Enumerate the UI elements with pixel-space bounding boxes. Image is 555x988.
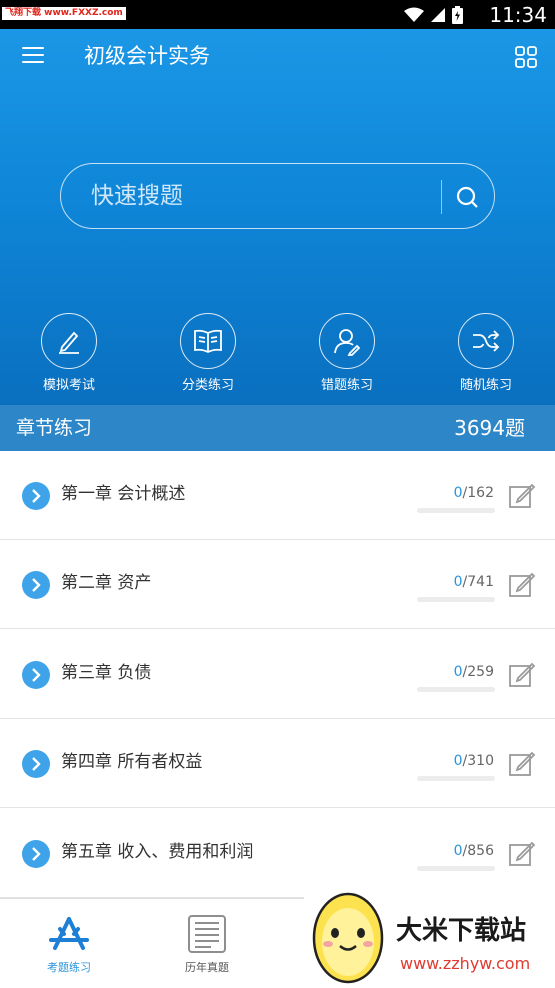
tab-exam-practice[interactable]: 考题练习 bbox=[0, 899, 138, 988]
chapter-progress-bar bbox=[417, 597, 495, 602]
search-placeholder: 快速搜题 bbox=[91, 183, 183, 209]
document-icon bbox=[188, 915, 226, 953]
search-icon[interactable] bbox=[449, 180, 485, 214]
status-bar: 飞翔下载 www.FXXZ.com 11:34 bbox=[0, 0, 555, 29]
chapter-title: 第四章 所有者权益 bbox=[61, 752, 203, 772]
watermark-brand: 大米下载站 www.zzhyw.com bbox=[304, 884, 555, 988]
chapter-item[interactable]: 第三章 负债 0/259 bbox=[0, 630, 555, 719]
quick-action-mock-exam[interactable]: 模拟考试 bbox=[19, 313, 119, 395]
book-icon bbox=[194, 329, 222, 354]
chevron-right-icon bbox=[22, 840, 50, 868]
chapter-progress-text: 0/741 bbox=[453, 574, 494, 590]
chapter-item[interactable]: 第一章 会计概述 0/162 bbox=[0, 451, 555, 540]
search-divider bbox=[441, 180, 442, 214]
battery-icon bbox=[452, 6, 463, 24]
page-title: 初级会计实务 bbox=[84, 44, 210, 68]
edit-icon[interactable] bbox=[508, 570, 536, 598]
question-count: 3694题 bbox=[454, 416, 525, 440]
quick-action-label: 错题练习 bbox=[320, 378, 373, 393]
chapter-progress-bar bbox=[417, 508, 495, 513]
chapter-title: 第三章 负债 bbox=[61, 663, 152, 683]
shuffle-icon bbox=[473, 330, 500, 352]
pencil-icon bbox=[59, 331, 79, 354]
tab-past-papers[interactable]: 历年真题 bbox=[138, 899, 276, 988]
edit-icon[interactable] bbox=[508, 839, 536, 867]
user-edit-icon bbox=[334, 329, 361, 356]
brand-url: www.zzhyw.com bbox=[400, 954, 531, 973]
chapter-progress-text: 0/856 bbox=[453, 843, 494, 859]
hero-header: 初级会计实务 快速搜题 模拟考试 分类练习 错题练习 随机练习 bbox=[0, 29, 555, 405]
quick-action-label: 随机练习 bbox=[459, 378, 512, 393]
chapter-title: 第二章 资产 bbox=[61, 573, 152, 593]
chapter-progress-text: 0/162 bbox=[453, 485, 494, 501]
chapter-progress-bar bbox=[417, 866, 495, 871]
brand-name: 大米下载站 bbox=[396, 916, 527, 946]
quick-action-wrong-answers[interactable]: 错题练习 bbox=[297, 313, 397, 395]
chapter-item[interactable]: 第四章 所有者权益 0/310 bbox=[0, 719, 555, 808]
section-title: 章节练习 bbox=[16, 417, 93, 439]
chapter-progress-bar bbox=[417, 776, 495, 781]
status-time: 11:34 bbox=[489, 3, 547, 27]
chevron-right-icon bbox=[22, 661, 50, 689]
edit-icon[interactable] bbox=[508, 749, 536, 777]
chapter-title: 第五章 收入、费用和利润 bbox=[61, 842, 254, 862]
chapter-title: 第一章 会计概述 bbox=[61, 484, 186, 504]
search-input[interactable]: 快速搜题 bbox=[60, 163, 495, 229]
quick-action-label: 模拟考试 bbox=[42, 378, 95, 393]
edit-icon[interactable] bbox=[508, 660, 536, 688]
chevron-right-icon bbox=[22, 571, 50, 599]
section-header: 章节练习 3694题 bbox=[0, 405, 555, 451]
tab-label: 考题练习 bbox=[47, 961, 91, 974]
chapter-item[interactable]: 第二章 资产 0/741 bbox=[0, 540, 555, 629]
signal-icon bbox=[431, 8, 445, 22]
status-icons bbox=[404, 6, 463, 24]
chevron-right-icon bbox=[22, 482, 50, 510]
quick-action-label: 分类练习 bbox=[181, 378, 234, 393]
app-store-icon bbox=[49, 917, 89, 950]
chapter-progress-text: 0/259 bbox=[453, 664, 494, 680]
quick-action-category[interactable]: 分类练习 bbox=[158, 313, 258, 395]
grid-menu-icon[interactable] bbox=[514, 45, 538, 69]
wifi-icon bbox=[404, 7, 424, 22]
chapter-progress-text: 0/310 bbox=[453, 753, 494, 769]
quick-action-random[interactable]: 随机练习 bbox=[436, 313, 536, 395]
tab-label: 历年真题 bbox=[185, 961, 229, 974]
menu-icon[interactable] bbox=[22, 47, 44, 67]
chapter-progress-bar bbox=[417, 687, 495, 692]
watermark-label: 飞翔下载 www.FXXZ.com bbox=[2, 7, 126, 20]
edit-icon[interactable] bbox=[508, 481, 536, 509]
rice-grain-mascot bbox=[312, 892, 384, 984]
chevron-right-icon bbox=[22, 750, 50, 778]
